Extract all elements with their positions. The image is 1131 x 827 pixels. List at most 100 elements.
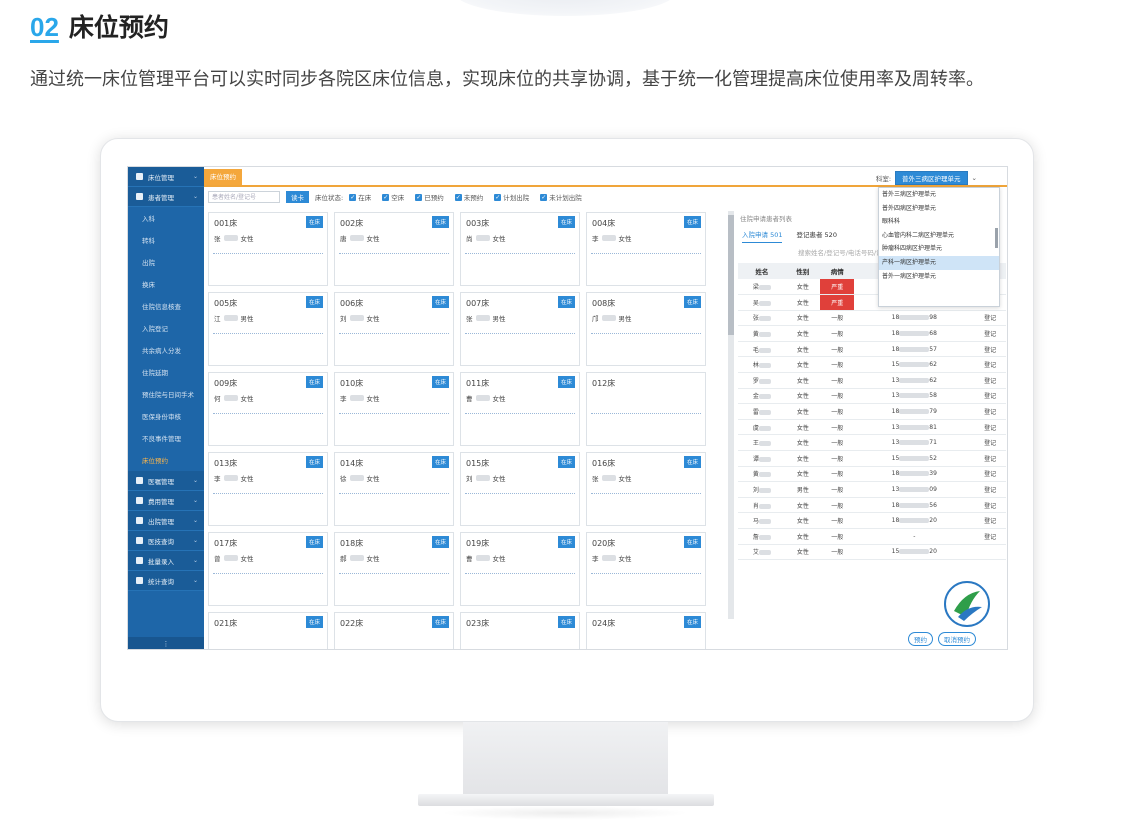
dropdown-option[interactable]: 普外四病区护理单元 <box>879 202 999 216</box>
bed-card[interactable]: 016床 在床张 女性 <box>586 452 706 526</box>
dropdown-option[interactable]: 普外三病区护理单元 <box>879 188 999 202</box>
table-row[interactable]: 詹 女性 一般 - 登记 <box>738 528 1006 545</box>
sidebar-item[interactable]: 入科 <box>128 207 204 229</box>
bed-card[interactable]: 021床 在床 <box>208 612 328 649</box>
table-row[interactable]: 肖女性 一般 18 56 登记 <box>738 497 1006 514</box>
checkbox-checked-icon[interactable]: ✓ <box>454 193 462 201</box>
book-button[interactable]: 预约 <box>908 632 933 646</box>
status-cell: 登记 <box>974 481 1006 498</box>
status-checkbox[interactable]: ✓ 在床 <box>349 192 371 202</box>
tab-registered[interactable]: 登记患者 520 <box>796 229 836 243</box>
sidebar-group[interactable]: 患者管理 ⌄ <box>128 187 204 207</box>
bed-card[interactable]: 014床 在床徐 女性 <box>334 452 454 526</box>
sidebar-group[interactable]: 批量录入 ⌄ <box>128 551 204 571</box>
bed-card[interactable]: 017床 在床曾 女性 <box>208 532 328 606</box>
bed-card[interactable]: 022床 在床 <box>334 612 454 649</box>
table-row[interactable]: 刘 男性 一般 13 09 登记 <box>738 481 1006 498</box>
bed-card[interactable]: 015床 在床刘 女性 <box>460 452 580 526</box>
name-mask <box>223 555 238 561</box>
table-row[interactable]: 张女性 一般 18 98 登记 <box>738 310 1006 327</box>
bed-card[interactable]: 020床 在床李 女性 <box>586 532 706 606</box>
table-row[interactable]: 王 女性 一般 13 71 登记 <box>738 434 1006 452</box>
bed-card[interactable]: 024床 在床 <box>586 612 706 649</box>
dropdown-option[interactable]: 普外一病区护理单元 <box>879 270 999 284</box>
chevron-down-icon[interactable]: ⌄ <box>972 174 977 182</box>
dropdown-scrollbar[interactable] <box>995 228 998 248</box>
dropdown-option[interactable]: 肿瘤科四病区护理单元 <box>879 242 999 256</box>
sidebar-item[interactable]: 不良事件管理 <box>128 427 204 449</box>
bed-card[interactable]: 023床 在床 <box>460 612 580 649</box>
sidebar-item[interactable]: 住院信息核查 <box>128 295 204 317</box>
table-row[interactable]: 罗 女性 一般 13 62 登记 <box>738 372 1006 389</box>
bed-card[interactable]: 003床 在床尚 女性 <box>460 212 580 286</box>
bed-status-badge: 在床 <box>305 616 323 628</box>
scrollbar-thumb[interactable] <box>728 215 734 335</box>
bed-grid-scrollbar[interactable] <box>728 211 734 619</box>
sidebar-item[interactable]: 床位预约 <box>128 449 204 471</box>
table-row[interactable]: 雷女性 一般 18 79 登记 <box>738 403 1006 420</box>
sidebar-collapse-handle[interactable]: ⋮ <box>128 637 204 649</box>
checkbox-checked-icon[interactable]: ✓ <box>494 193 502 201</box>
dropdown-option[interactable]: 产科一病区护理单元 <box>879 255 999 270</box>
bed-card[interactable]: 013床 在床李 女性 <box>208 452 328 526</box>
sidebar-item[interactable]: 出院 <box>128 251 204 273</box>
bed-card[interactable]: 006床 在床刘 女性 <box>334 292 454 366</box>
bed-number: 024床 <box>592 619 616 628</box>
sidebar-item[interactable]: 住院延期 <box>128 361 204 383</box>
status-checkbox[interactable]: ✓ 计划出院 <box>494 192 529 202</box>
checkbox-checked-icon[interactable]: ✓ <box>540 193 548 201</box>
bed-card[interactable]: 001床 在床张 女性 <box>208 212 328 286</box>
tab-bed-booking[interactable]: 床位预约 <box>204 169 242 185</box>
patient-search-input[interactable]: 患者姓名/登记号 <box>208 191 280 203</box>
bed-card[interactable]: 011床 在床曹 女性 <box>460 372 580 446</box>
table-row[interactable]: 艾女性 一般 15 20 <box>738 544 1006 561</box>
sidebar-item[interactable]: 医保身份审核 <box>128 405 204 427</box>
cancel-booking-button[interactable]: 取消预约 <box>938 632 976 646</box>
dept-selector[interactable]: 科室: 普外三病区护理单元 ⌄ <box>876 171 977 185</box>
bed-card[interactable]: 012床 <box>586 372 706 446</box>
sidebar-item[interactable]: 换床 <box>128 273 204 295</box>
sidebar-group[interactable]: 出院管理 ⌄ <box>128 511 204 531</box>
phone-head: 13 <box>891 486 900 494</box>
table-row[interactable]: 金 女性 一般 13 58 登记 <box>738 388 1006 405</box>
sidebar-group[interactable]: 统计查询 ⌄ <box>128 571 204 591</box>
status-checkbox[interactable]: ✓ 未计划出院 <box>540 192 582 202</box>
bed-card[interactable]: 004床 在床李 女性 <box>586 212 706 286</box>
checkbox-checked-icon[interactable]: ✓ <box>349 193 357 201</box>
dropdown-option[interactable]: 心血管内科二病区护理单元 <box>879 229 999 243</box>
bed-card[interactable]: 002床 在床唐 女性 <box>334 212 454 286</box>
checkbox-checked-icon[interactable]: ✓ <box>415 193 423 201</box>
bed-card[interactable]: 018床 在床郝 女性 <box>334 532 454 606</box>
sidebar-item[interactable]: 入院登记 <box>128 317 204 339</box>
table-row[interactable]: 黄女性 一般 18 39 登记 <box>738 466 1006 483</box>
table-row[interactable]: 马女性 一般 18 20 登记 <box>738 512 1006 529</box>
bed-card[interactable]: 005床 在床江 男性 <box>208 292 328 366</box>
checkbox-label: 已预约 <box>424 194 444 202</box>
table-row[interactable]: 黄女性 一般 18 68 登记 <box>738 325 1006 342</box>
sidebar-group[interactable]: 医技查询 ⌄ <box>128 531 204 551</box>
table-row[interactable]: 虞 女性 一般 13 81 登记 <box>738 419 1006 436</box>
bed-card[interactable]: 019床 在床曹 女性 <box>460 532 580 606</box>
dropdown-option[interactable]: 眼科科 <box>879 215 999 229</box>
sidebar-group[interactable]: 床位管理 ⌄ <box>128 167 204 187</box>
status-checkbox[interactable]: ✓ 已预约 <box>415 192 444 202</box>
table-row[interactable]: 毛女性 一般 18 57 登记 <box>738 341 1006 358</box>
bed-card[interactable]: 010床 在床李 女性 <box>334 372 454 446</box>
sidebar-item[interactable]: 预住院与日间手术 <box>128 383 204 405</box>
sidebar-group[interactable]: 费用管理 ⌄ <box>128 491 204 511</box>
status-checkbox[interactable]: ✓ 空床 <box>382 192 404 202</box>
bed-card[interactable]: 007床 在床张 男性 <box>460 292 580 366</box>
bed-card[interactable]: 008床 在床邝 男性 <box>586 292 706 366</box>
table-row[interactable]: 谭女性 一般 15 52 登记 <box>738 450 1006 467</box>
sidebar-group[interactable]: 医嘱管理 ⌄ <box>128 471 204 491</box>
tab-admission-apply[interactable]: 入院申请 501 <box>742 229 783 243</box>
read-card-button[interactable]: 读卡 <box>286 191 309 203</box>
checkbox-checked-icon[interactable]: ✓ <box>382 193 390 201</box>
sidebar-item[interactable]: 共余病人分发 <box>128 339 204 361</box>
dept-select-value[interactable]: 普外三病区护理单元 <box>895 171 968 185</box>
sidebar-item[interactable]: 转科 <box>128 229 204 251</box>
menu-icon <box>136 537 143 544</box>
status-checkbox[interactable]: ✓ 未预约 <box>454 192 483 202</box>
table-row[interactable]: 林女性 一般 15 62 登记 <box>738 356 1006 374</box>
bed-card[interactable]: 009床 在床何 女性 <box>208 372 328 446</box>
